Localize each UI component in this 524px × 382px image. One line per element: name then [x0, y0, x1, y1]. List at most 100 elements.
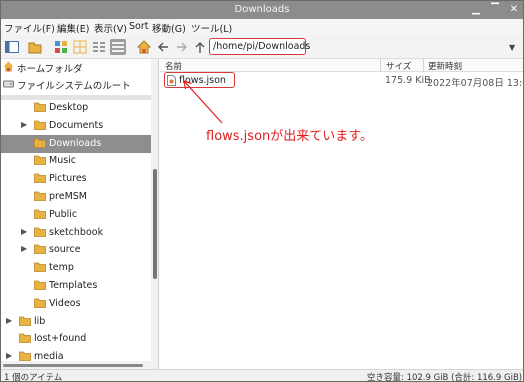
tree-item-label: lost+found [34, 333, 87, 345]
column-size[interactable]: サイズ [386, 60, 411, 72]
expand-arrow-icon[interactable]: ▶ [6, 351, 12, 360]
tree-item-pictures[interactable]: Pictures [1, 170, 151, 188]
folder-icon [34, 227, 46, 237]
folder-icon [19, 351, 31, 362]
tree-item-downloads[interactable]: Downloads [1, 134, 151, 153]
tree-item-label: Desktop [49, 102, 89, 113]
menu-sort[interactable]: Sort [129, 21, 148, 32]
menu-file[interactable]: ファイル(F) [4, 21, 55, 35]
column-modified[interactable]: 更新時刻 [428, 60, 462, 72]
column-divider[interactable] [423, 59, 424, 72]
tree-item-label: preMSM [49, 191, 87, 202]
compact-view-icon [93, 42, 105, 52]
tree-item-label: Downloads [49, 137, 102, 149]
tree-item-videos[interactable]: Videos [1, 295, 151, 313]
forward-button[interactable] [174, 39, 190, 55]
list-view-button[interactable] [110, 39, 126, 55]
tree-item-lost-found[interactable]: lost+found [1, 330, 151, 348]
thumbnail-view-icon [73, 40, 87, 54]
arrow-up-icon [195, 42, 205, 53]
folder-icon [19, 316, 31, 326]
home-icon [3, 61, 14, 72]
thumbnail-view-button[interactable] [72, 39, 88, 55]
place-root[interactable]: ファイルシステムのルート [1, 76, 151, 92]
status-item-count: 1 個のアイテム [4, 373, 63, 382]
folder-icon [34, 262, 46, 273]
expand-arrow-icon[interactable]: ▶ [21, 227, 27, 236]
path-input[interactable]: /home/pi/Downloads [213, 41, 310, 52]
menu-edit[interactable]: 編集(E) [57, 21, 89, 35]
tree-item-temp[interactable]: temp [1, 259, 151, 277]
title-bar: Downloads ▁ ▔ ✕ [1, 1, 523, 19]
tree-item-label: Documents [49, 119, 104, 131]
menu-tools[interactable]: ツール(L) [191, 21, 232, 35]
tree-item-label: Music [49, 155, 77, 167]
tree-item-desktop[interactable]: Desktop [1, 99, 151, 117]
back-button[interactable] [155, 39, 171, 55]
tree-item-label: Public [49, 208, 78, 220]
minimize-button[interactable]: ▁ [469, 3, 483, 17]
folder-icon [34, 138, 46, 148]
tree-item-label: source [49, 244, 81, 256]
side-vertical-scrollbar[interactable] [151, 59, 158, 369]
close-button[interactable]: ✕ [507, 3, 521, 17]
folder-icon [34, 155, 46, 166]
expand-arrow-icon[interactable]: ▶ [6, 316, 12, 325]
path-dropdown-icon[interactable]: ▼ [509, 43, 515, 52]
folder-icon [34, 191, 46, 201]
menu-view[interactable]: 表示(V) [94, 21, 127, 35]
menu-bar: ファイル(F) 編集(E) 表示(V) Sort 移動(G) ツール(L) [1, 19, 523, 35]
tree-item-label: sketchbook [49, 226, 104, 238]
tree-item-music[interactable]: Music [1, 152, 151, 170]
folder-icon [34, 298, 46, 308]
tree-item-source[interactable]: ▶ source [1, 241, 151, 259]
arrow-left-icon [158, 42, 168, 52]
tree-item-lib[interactable]: ▶ lib [1, 313, 151, 331]
status-free-space: 空き容量: 102.9 GiB (合計: 116.9 GiB) [367, 373, 523, 382]
file-list: 名前 サイズ 更新時刻 flows.json 175.9 KiB 2022年07… [160, 59, 523, 369]
annotation-arrow-icon [183, 80, 223, 124]
tree-item-public[interactable]: Public [1, 206, 151, 224]
new-folder-icon [28, 42, 42, 54]
expand-arrow-icon[interactable]: ▶ [21, 244, 27, 253]
column-divider[interactable] [380, 59, 381, 72]
list-view-icon [112, 42, 124, 52]
compact-view-button[interactable] [91, 39, 107, 55]
folder-icon [34, 280, 46, 290]
icon-view-button[interactable] [53, 39, 69, 55]
sidepane-toggle-button[interactable] [4, 39, 20, 55]
annotation-text: flows.jsonが出来ています。 [206, 129, 373, 144]
place-label: ホームフォルダ [17, 64, 83, 75]
scroll-thumb[interactable] [153, 169, 157, 279]
tree-item-label: Templates [49, 280, 98, 291]
tree-item-premsm[interactable]: preMSM [1, 188, 151, 206]
expand-arrow-icon[interactable]: ▶ [21, 120, 27, 129]
place-home[interactable]: ホームフォルダ [1, 59, 151, 75]
folder-icon [34, 102, 46, 112]
folder-icon [34, 244, 46, 255]
tree-item-templates[interactable]: Templates [1, 277, 151, 295]
tree-item-label: lib [34, 315, 46, 327]
folder-icon [34, 209, 46, 219]
tree-item-sketchbook[interactable]: ▶ sketchbook [1, 224, 151, 242]
column-header: 名前 サイズ 更新時刻 [160, 59, 523, 72]
column-name[interactable]: 名前 [165, 60, 182, 72]
icon-view-icon [55, 41, 67, 53]
up-button[interactable] [192, 39, 208, 55]
tree-item-label: temp [49, 262, 74, 274]
tree-item-documents[interactable]: ▶ Documents [1, 117, 151, 135]
menu-go[interactable]: 移動(G) [152, 21, 186, 35]
path-bar[interactable]: /home/pi/Downloads [209, 38, 310, 55]
file-modified: 2022年07月08日 13:02 [427, 78, 524, 89]
window-title: Downloads [234, 4, 290, 15]
maximize-button[interactable]: ▔ [488, 3, 502, 17]
scroll-thumb[interactable] [3, 364, 143, 367]
home-button[interactable] [136, 39, 152, 55]
toolbar: /home/pi/Downloads ▼ [1, 35, 523, 59]
folder-icon [34, 173, 46, 184]
side-horizontal-scrollbar[interactable] [1, 361, 151, 369]
tree-item-label: Videos [49, 297, 81, 309]
folder-icon [19, 333, 31, 344]
new-folder-button[interactable] [27, 39, 43, 55]
home-icon [137, 40, 151, 54]
